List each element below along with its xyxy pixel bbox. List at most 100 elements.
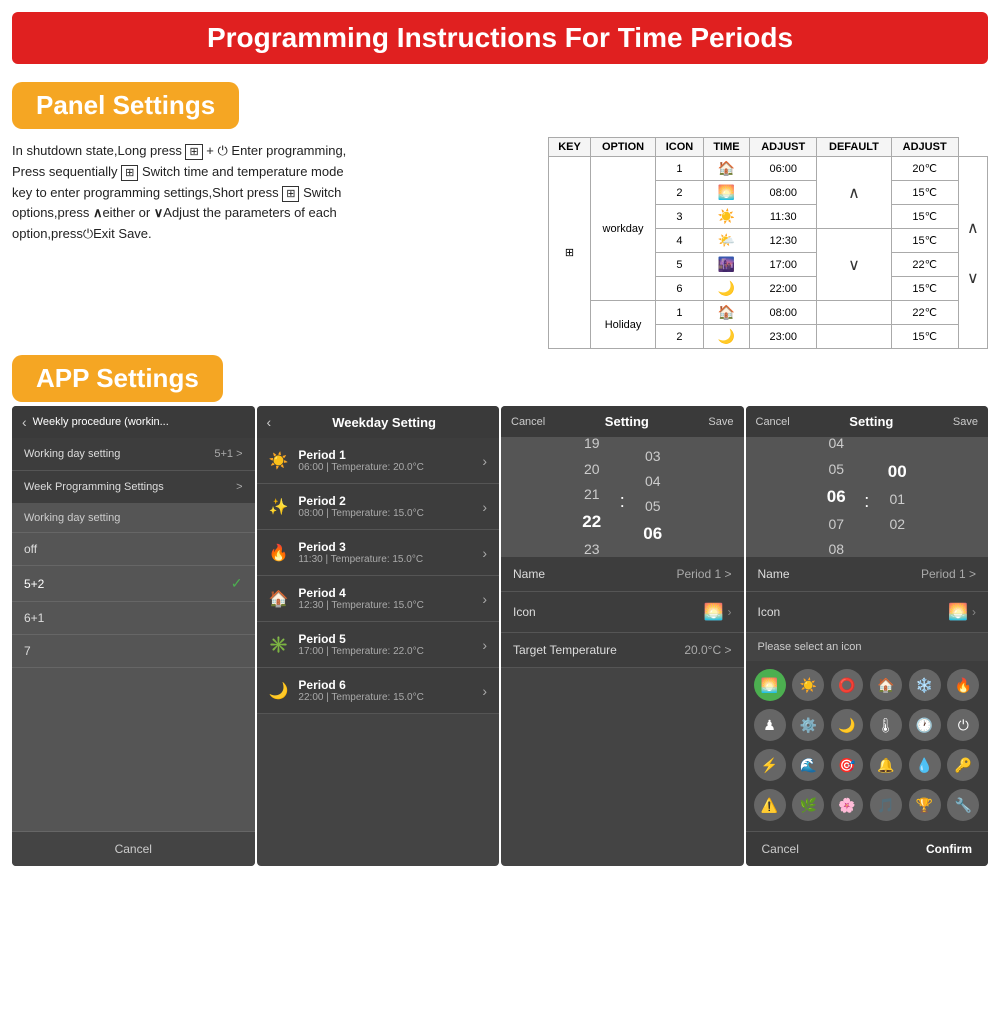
icon-option-21[interactable]: 🎵: [870, 789, 902, 821]
panel3-icon-chevron: ›: [728, 605, 732, 619]
icon-option-19[interactable]: 🌿: [792, 789, 824, 821]
table-row-icon: 🏠: [703, 157, 749, 181]
panel4-time-picker[interactable]: 04 05 06 07 08 : 00 01 02: [746, 437, 989, 557]
min-02: 02: [645, 437, 661, 444]
panel3-name-label: Name: [513, 567, 545, 581]
panel4-icon-row[interactable]: Icon 🌅 ›: [746, 592, 989, 633]
hour-21: 21: [584, 482, 600, 507]
panel1-option-off[interactable]: off: [12, 533, 255, 566]
hour-picker[interactable]: 19 20 21 22 23: [572, 437, 612, 557]
panel4-cancel-button[interactable]: Cancel: [762, 842, 799, 856]
panel4-hour-picker[interactable]: 04 05 06 07 08: [816, 437, 856, 557]
table-holiday-icon: 🏠: [703, 301, 749, 325]
period-item-3[interactable]: 🔥 Period 3 11:30 | Temperature: 15.0°C ›: [257, 530, 500, 576]
left-column: In shutdown state,Long press ⊞ + ⏻ Enter…: [12, 137, 532, 349]
p4-hour-04: 04: [828, 437, 844, 457]
icon-option-20[interactable]: 🌸: [831, 789, 863, 821]
panel1-back-icon[interactable]: ‹: [22, 414, 27, 430]
panel1-week-label: Week Programming Settings: [24, 481, 164, 493]
icon-option-6[interactable]: ♟: [754, 709, 786, 741]
panel3-cancel-button[interactable]: Cancel: [511, 416, 545, 428]
icon-option-22[interactable]: 🏆: [909, 789, 941, 821]
icon-option-13[interactable]: 🌊: [792, 749, 824, 781]
panel1-option-7[interactable]: 7: [12, 635, 255, 668]
period-icon-4: 🏠: [269, 589, 289, 609]
p4-hour-08: 08: [828, 537, 844, 557]
panel4-name-row[interactable]: Name Period 1 >: [746, 557, 989, 592]
table-row-time: 17:00: [750, 253, 817, 277]
col-adjust2: ADJUST: [891, 138, 958, 157]
period-item-1[interactable]: ☀️ Period 1 06:00 | Temperature: 20.0°C …: [257, 438, 500, 484]
panel2-title: Weekday Setting: [279, 415, 489, 430]
period-chevron-6: ›: [482, 683, 487, 699]
period-item-2[interactable]: ✨ Period 2 08:00 | Temperature: 15.0°C ›: [257, 484, 500, 530]
period-text-1: Period 1 06:00 | Temperature: 20.0°C: [298, 448, 482, 473]
icon-option-23[interactable]: 🔧: [947, 789, 979, 821]
panel1-cancel-button[interactable]: Cancel: [12, 831, 255, 866]
panel1-header: ‹ Weekly procedure (workin...: [12, 406, 255, 438]
table-adjust-up[interactable]: ∧: [817, 157, 891, 229]
icon-option-11[interactable]: ⏻: [947, 709, 979, 741]
icon-option-9[interactable]: 🌡: [870, 709, 902, 741]
period-item-4[interactable]: 🏠 Period 4 12:30 | Temperature: 15.0°C ›: [257, 576, 500, 622]
period-item-6[interactable]: 🌙 Period 6 22:00 | Temperature: 15.0°C ›: [257, 668, 500, 714]
col-adjust1: ADJUST: [750, 138, 817, 157]
icon-option-14[interactable]: 🎯: [831, 749, 863, 781]
icon-option-2[interactable]: ⭕: [831, 669, 863, 701]
table-holiday-adjust: [817, 301, 891, 325]
panel1-item-workday[interactable]: Working day setting 5+1 >: [12, 438, 255, 471]
table-adjust-down[interactable]: ∨: [817, 229, 891, 301]
time-picker[interactable]: 19 20 21 22 23 : 02 03 04 05 06 07: [501, 437, 744, 557]
icon-option-4[interactable]: ❄️: [909, 669, 941, 701]
p4-min-02: 02: [889, 512, 905, 537]
hour-19: 19: [584, 437, 600, 457]
icon-option-15[interactable]: 🔔: [870, 749, 902, 781]
icon-option-5[interactable]: 🔥: [947, 669, 979, 701]
table-row-icon: 🌆: [703, 253, 749, 277]
panel3-save-button[interactable]: Save: [708, 416, 733, 428]
panel3-temp-label: Target Temperature: [513, 643, 617, 657]
table-holiday-num: 1: [656, 301, 704, 325]
panel1-option-5plus2[interactable]: 5+2 ✓: [12, 566, 255, 602]
period-icon-5: ✳️: [269, 635, 289, 655]
checkmark-icon: ✓: [231, 575, 243, 592]
panel3-icon-row[interactable]: Icon 🌅 ›: [501, 592, 744, 633]
icon-option-10[interactable]: 🕐: [909, 709, 941, 741]
icon-option-17[interactable]: 🔑: [947, 749, 979, 781]
icon-option-12[interactable]: ⚡: [754, 749, 786, 781]
min-04: 04: [645, 469, 661, 494]
panel3-name-row[interactable]: Name Period 1 >: [501, 557, 744, 592]
icon-option-18[interactable]: ⚠️: [754, 789, 786, 821]
col-key: KEY: [549, 138, 591, 157]
app-screenshots-area: ‹ Weekly procedure (workin... Working da…: [12, 406, 988, 866]
table-holiday-adjust: [817, 325, 891, 349]
panel1-dropdown-title: Working day setting: [12, 504, 255, 533]
col-default: DEFAULT: [817, 138, 891, 157]
icon-option-1[interactable]: ☀️: [792, 669, 824, 701]
icon-option-7[interactable]: ⚙️: [792, 709, 824, 741]
icon-option-16[interactable]: 💧: [909, 749, 941, 781]
panel4-header: Cancel Setting Save: [746, 406, 989, 437]
min-05: 05: [645, 494, 661, 519]
icon-option-8[interactable]: 🌙: [831, 709, 863, 741]
minute-picker[interactable]: 02 03 04 05 06 07: [633, 437, 673, 557]
panel4-minute-picker[interactable]: 00 01 02: [877, 457, 917, 538]
panel4-confirm-button[interactable]: Confirm: [926, 842, 972, 856]
panel4-time-separator: :: [864, 483, 869, 512]
panel1-option-6plus1[interactable]: 6+1: [12, 602, 255, 635]
panel3-screen: Cancel Setting Save 19 20 21 22 23 : 02 …: [501, 406, 744, 866]
period-icon-2: ✨: [269, 497, 289, 517]
icon-option-0[interactable]: 🌅: [754, 669, 786, 701]
panel3-temp-row[interactable]: Target Temperature 20.0°C >: [501, 633, 744, 668]
panel1-item-week[interactable]: Week Programming Settings >: [12, 471, 255, 504]
panel4-icon-value: 🌅 ›: [948, 602, 976, 622]
app-settings-label: APP Settings: [12, 355, 223, 402]
table-row-time: 06:00: [750, 157, 817, 181]
icon-option-3[interactable]: 🏠: [870, 669, 902, 701]
period-item-5[interactable]: ✳️ Period 5 17:00 | Temperature: 22.0°C …: [257, 622, 500, 668]
table-row-num: 3: [656, 205, 704, 229]
table-row-num: 2: [656, 181, 704, 205]
period-chevron-2: ›: [482, 499, 487, 515]
panel2-back-icon[interactable]: ‹: [267, 414, 272, 430]
table-adjust2[interactable]: ∧∨: [958, 157, 987, 349]
